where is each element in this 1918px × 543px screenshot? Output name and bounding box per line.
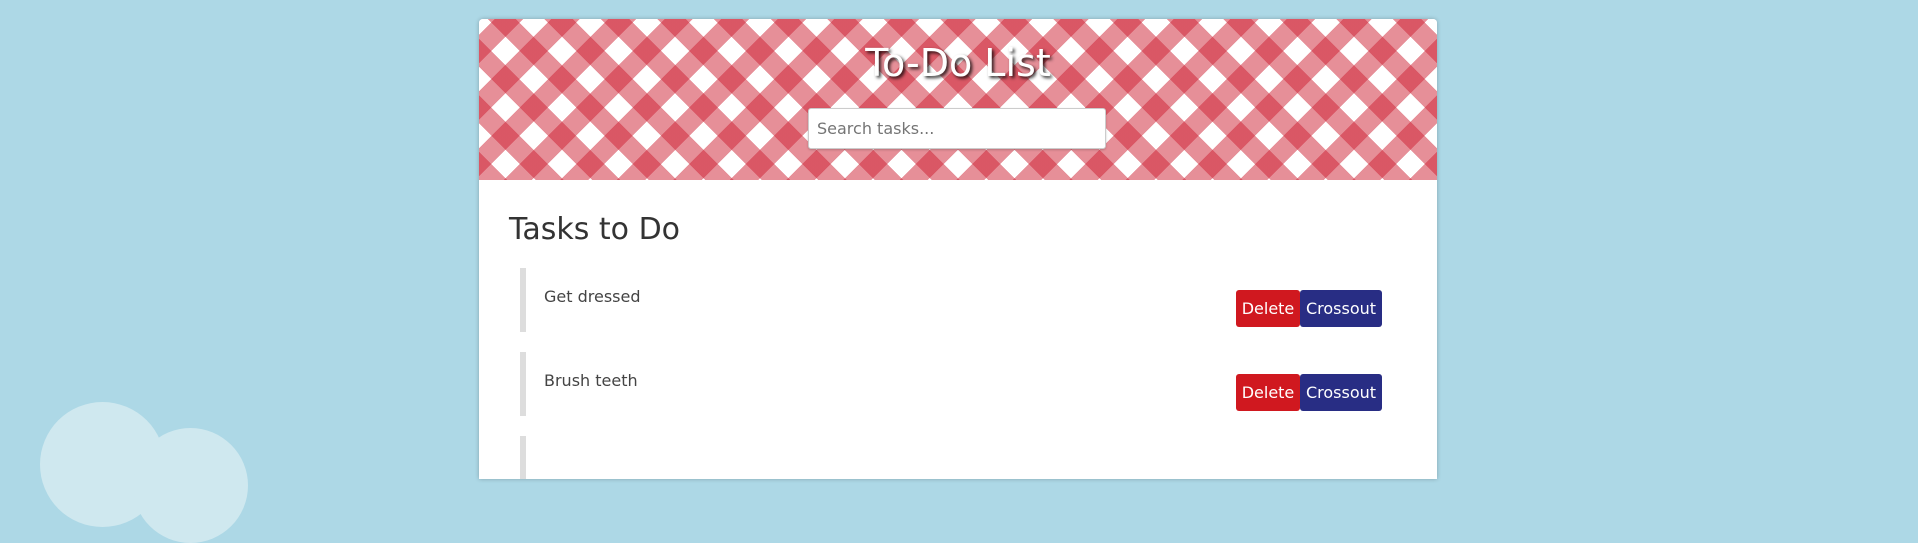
task-text: Brush teeth bbox=[544, 371, 638, 390]
crossout-button[interactable]: Crossout bbox=[1300, 374, 1382, 411]
search-input[interactable] bbox=[808, 108, 1106, 149]
delete-button[interactable]: Delete bbox=[1236, 290, 1300, 327]
app-title: To-Do List bbox=[865, 41, 1051, 85]
delete-button[interactable]: Delete bbox=[1236, 374, 1300, 411]
task-item bbox=[520, 436, 1396, 479]
header-banner: To-Do List bbox=[479, 19, 1437, 180]
section-title: Tasks to Do bbox=[509, 212, 681, 247]
crossout-button[interactable]: Crossout bbox=[1300, 290, 1382, 327]
cloud-decoration bbox=[133, 428, 248, 543]
task-text: Get dressed bbox=[544, 287, 641, 306]
task-item: Brush teeth Delete Crossout bbox=[520, 352, 1396, 416]
task-item: Get dressed Delete Crossout bbox=[520, 268, 1396, 332]
todo-app: To-Do List Tasks to Do Get dressed Delet… bbox=[479, 19, 1437, 479]
